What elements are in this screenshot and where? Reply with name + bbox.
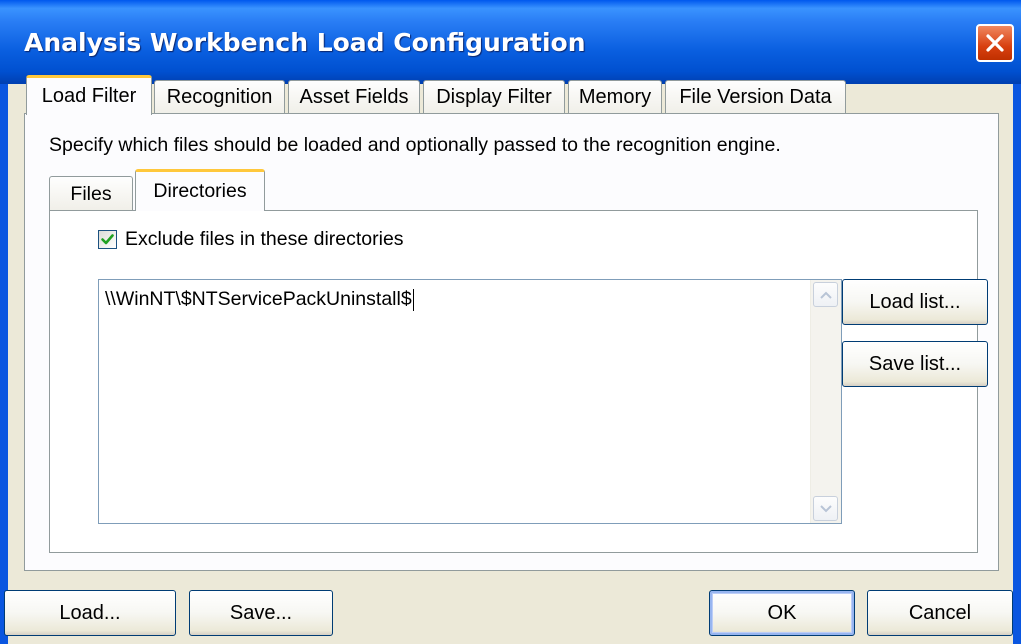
tab-recognition[interactable]: Recognition (154, 80, 285, 114)
scroll-up-button[interactable] (813, 282, 838, 307)
load-list-button[interactable]: Load list... (842, 279, 988, 325)
load-button[interactable]: Load... (4, 590, 176, 636)
title-bar[interactable]: Analysis Workbench Load Configuration (0, 0, 1021, 84)
load-filter-panel: Specify which files should be loaded and… (24, 113, 999, 571)
window-frame-left (0, 84, 8, 644)
exclude-directories-option[interactable]: Exclude files in these directories (98, 227, 404, 251)
exclude-directories-label: Exclude files in these directories (125, 227, 404, 250)
tab-asset-fields[interactable]: Asset Fields (288, 80, 420, 114)
instruction-text: Specify which files should be loaded and… (49, 134, 781, 156)
window-frame-right (1013, 84, 1021, 644)
text-caret (412, 288, 414, 311)
vertical-scrollbar[interactable] (810, 280, 841, 523)
cancel-button[interactable]: Cancel (867, 590, 1013, 636)
exclude-directories-checkbox[interactable] (98, 229, 117, 249)
dialog-window: Analysis Workbench Load Configuration Lo… (0, 0, 1021, 644)
tab-memory[interactable]: Memory (568, 80, 662, 114)
window-title: Analysis Workbench Load Configuration (24, 28, 586, 57)
ok-button[interactable]: OK (709, 590, 855, 636)
scroll-down-button[interactable] (813, 496, 838, 521)
close-button[interactable] (976, 24, 1014, 62)
directory-list-content: \\WinNT\$NTServicePackUninstall$ (105, 288, 414, 311)
subtab-directories[interactable]: Directories (135, 169, 265, 211)
directories-panel: Exclude files in these directories \\Win… (49, 210, 988, 553)
save-list-button[interactable]: Save list... (842, 341, 988, 387)
directory-entry: \\WinNT\$NTServicePackUninstall$ (105, 288, 412, 310)
subtab-files[interactable]: Files (49, 176, 133, 211)
tab-load-filter[interactable]: Load Filter (26, 75, 152, 115)
directory-list-textarea[interactable]: \\WinNT\$NTServicePackUninstall$ (98, 279, 842, 524)
tab-file-version-data[interactable]: File Version Data (665, 80, 846, 114)
tab-display-filter[interactable]: Display Filter (423, 80, 565, 114)
save-button[interactable]: Save... (189, 590, 333, 636)
